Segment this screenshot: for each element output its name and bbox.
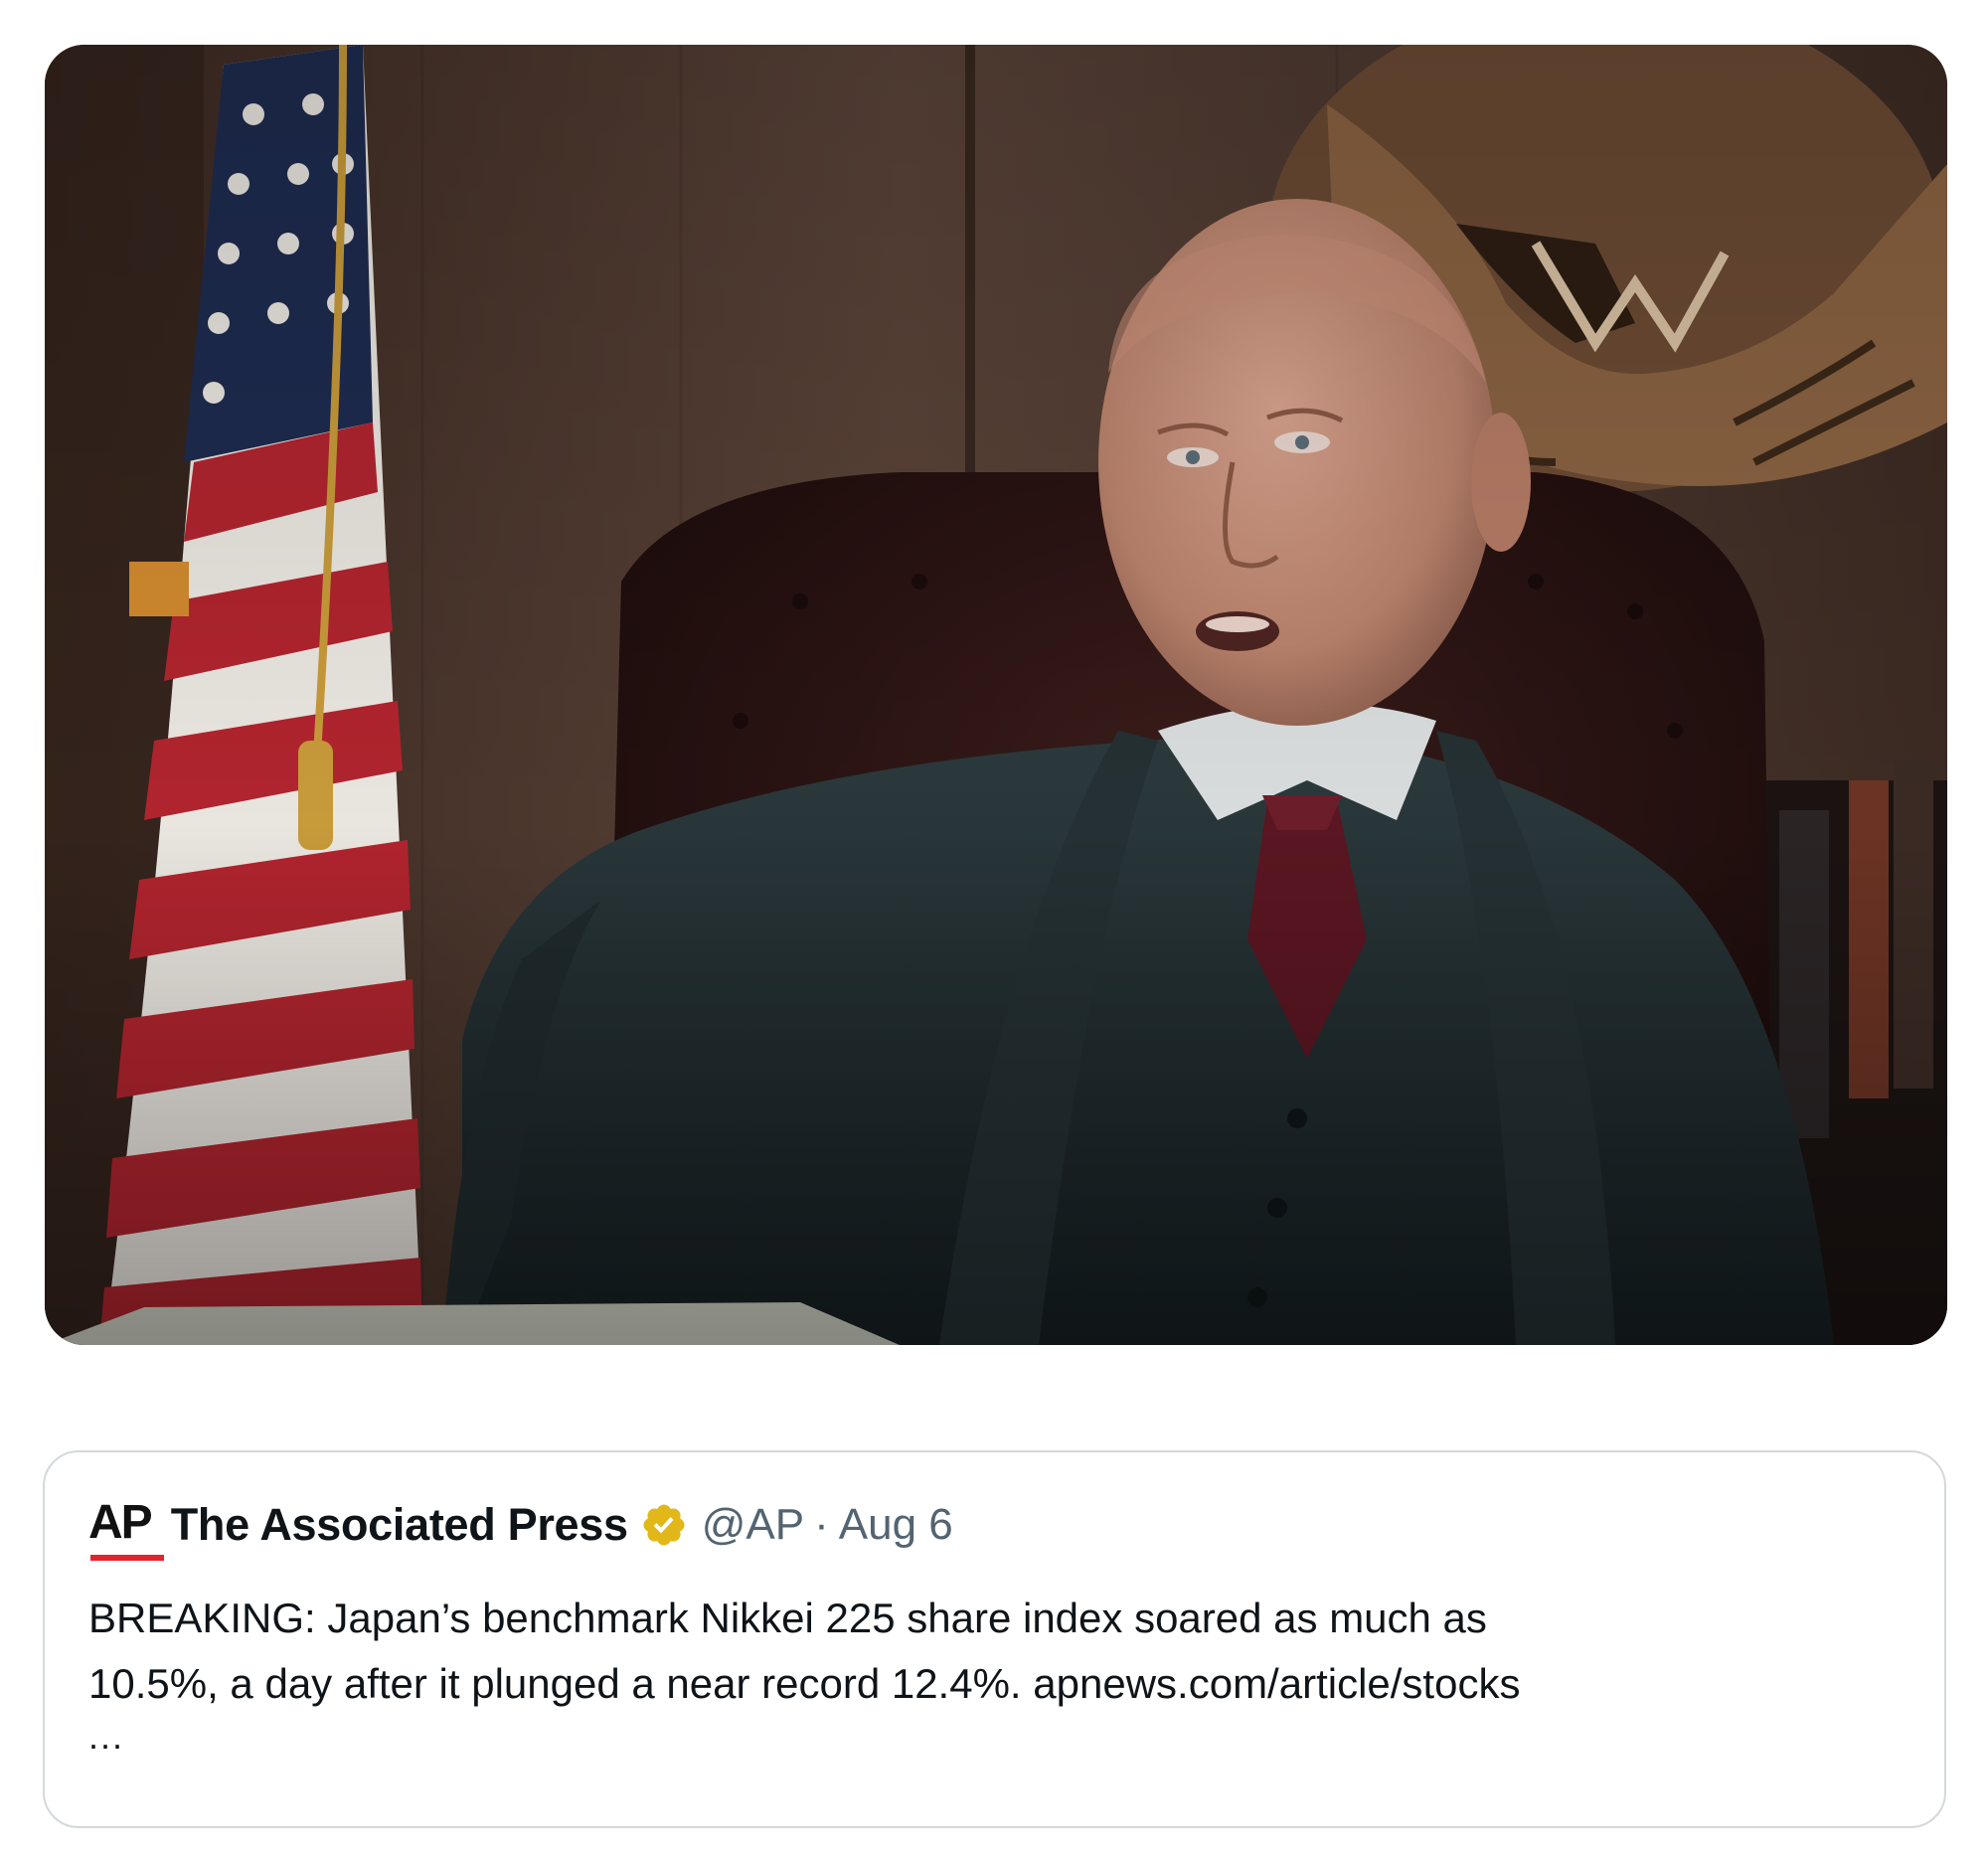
quoted-tweet-text: BREAKING: Japan’s benchmark Nikkei 225 s… xyxy=(88,1586,1927,1757)
verified-badge-icon[interactable] xyxy=(640,1501,688,1549)
separator-dot: · xyxy=(814,1500,829,1549)
quoted-tweet-card[interactable]: AP The Associated Press @AP · Aug 6 BREA… xyxy=(43,1450,1946,1828)
article-link[interactable]: apnews.com/article/stocks xyxy=(1033,1660,1520,1707)
author-handle[interactable]: @AP xyxy=(702,1500,804,1550)
tweet-text-line-2: 10.5%, a day after it plunged a near rec… xyxy=(88,1651,1927,1717)
tweet-text-line-2-main: 10.5%, a day after it plunged a near rec… xyxy=(88,1660,1034,1707)
tweet-text-line-1: BREAKING: Japan’s benchmark Nikkei 225 s… xyxy=(88,1595,1487,1641)
truncation-ellipsis: ... xyxy=(88,1716,125,1757)
quoted-tweet-header: AP The Associated Press @AP · Aug 6 xyxy=(88,1490,953,1561)
photo-illustration xyxy=(45,45,1947,1345)
tweet-media-photo[interactable] xyxy=(45,45,1947,1345)
ap-logo[interactable]: AP xyxy=(88,1499,164,1561)
tweet-date[interactable]: Aug 6 xyxy=(839,1500,953,1550)
author-name[interactable]: The Associated Press xyxy=(171,1499,628,1551)
